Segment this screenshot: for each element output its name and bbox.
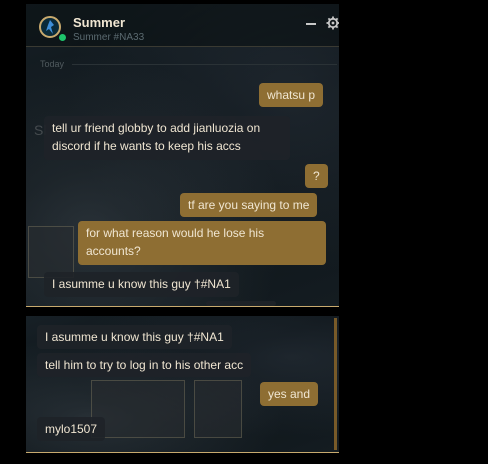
message-incoming: mylo1507 xyxy=(37,417,106,441)
message-incoming-partial xyxy=(206,301,276,306)
screen: Sl Summer Summer #NA33 Today whatsu p te… xyxy=(0,0,488,464)
background-frame xyxy=(91,380,185,438)
divider-line xyxy=(72,64,337,65)
message-outgoing: yes and xyxy=(260,382,319,406)
background-frame xyxy=(28,226,74,278)
profile-icon xyxy=(46,20,54,34)
contact-name: Summer xyxy=(73,15,126,30)
chat-window: Sl Summer Summer #NA33 Today whatsu p te… xyxy=(26,4,339,307)
message-incoming: I asumme u know this guy †#NA1 xyxy=(44,272,239,297)
online-status-icon xyxy=(58,33,67,42)
message-incoming: I asumme u know this guy †#NA1 xyxy=(37,325,232,349)
message-outgoing: ? xyxy=(305,164,328,188)
message-outgoing: for what reason would he lose his accoun… xyxy=(78,221,326,265)
minimize-icon[interactable] xyxy=(306,23,316,25)
chat-header: Summer Summer #NA33 xyxy=(26,4,339,47)
contact-tag: Summer #NA33 xyxy=(73,32,145,43)
background-frame xyxy=(194,380,242,438)
message-incoming: tell him to try to log in to his other a… xyxy=(37,353,252,377)
chat-window-continued: I asumme u know this guy †#NA1 tell him … xyxy=(26,316,339,453)
day-divider: Today xyxy=(40,59,65,69)
message-outgoing: tf are you saying to me xyxy=(180,193,318,217)
message-outgoing: whatsu p xyxy=(259,83,324,107)
gear-icon[interactable] xyxy=(326,16,339,30)
message-incoming: tell ur friend globby to add jianluozia … xyxy=(44,116,290,160)
scrollbar[interactable] xyxy=(334,318,337,450)
